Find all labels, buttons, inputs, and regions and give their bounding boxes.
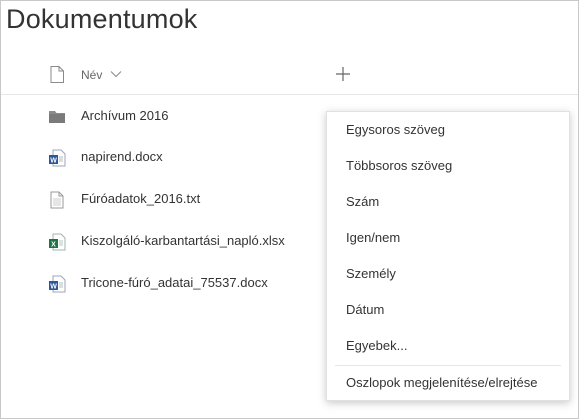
- menu-divider: [335, 365, 561, 366]
- menu-item-person[interactable]: Személy: [327, 258, 569, 290]
- file-name[interactable]: Archívum 2016: [81, 108, 168, 123]
- name-column-header[interactable]: Név: [81, 68, 102, 82]
- menu-item-multi-line-text[interactable]: Többsoros szöveg: [327, 150, 569, 182]
- excel-file-icon: X: [49, 233, 66, 251]
- list-item[interactable]: Archívum 2016: [1, 95, 321, 136]
- list-item[interactable]: W napirend.docx: [1, 136, 321, 177]
- svg-text:X: X: [51, 241, 56, 248]
- add-column-icon[interactable]: [335, 66, 351, 82]
- file-name[interactable]: napirend.docx: [81, 149, 163, 164]
- list-item[interactable]: W Tricone-fúró_adatai_75537.docx: [1, 262, 321, 303]
- menu-item-yes-no[interactable]: Igen/nem: [327, 222, 569, 254]
- file-name[interactable]: Fúróadatok_2016.txt: [81, 191, 200, 206]
- word-document-icon: W: [49, 275, 66, 293]
- menu-item-date[interactable]: Dátum: [327, 294, 569, 326]
- file-type-icon[interactable]: [50, 66, 64, 83]
- menu-item-show-hide-columns[interactable]: Oszlopok megjelenítése/elrejtése: [327, 367, 569, 399]
- folder-icon: [49, 111, 65, 123]
- list-header: Név: [1, 57, 578, 95]
- document-library-window: Dokumentumok Név Archívum 2016 W napiren…: [0, 0, 579, 419]
- page-title: Dokumentumok: [6, 4, 198, 34]
- list-item[interactable]: X Kiszolgáló-karbantartási_napló.xlsx: [1, 220, 321, 261]
- menu-item-number[interactable]: Szám: [327, 186, 569, 218]
- chevron-down-icon[interactable]: [110, 70, 122, 78]
- word-document-icon: W: [49, 149, 66, 167]
- list-item[interactable]: Fúróadatok_2016.txt: [1, 178, 321, 219]
- menu-item-single-line-text[interactable]: Egysoros szöveg: [327, 114, 569, 146]
- menu-item-more[interactable]: Egyebek...: [327, 330, 569, 362]
- text-file-icon: [50, 191, 64, 209]
- svg-text:W: W: [50, 283, 57, 290]
- file-name[interactable]: Tricone-fúró_adatai_75537.docx: [81, 275, 268, 290]
- svg-text:W: W: [50, 157, 57, 164]
- file-name[interactable]: Kiszolgáló-karbantartási_napló.xlsx: [81, 233, 285, 248]
- add-column-menu: Egysoros szöveg Többsoros szöveg Szám Ig…: [326, 111, 570, 401]
